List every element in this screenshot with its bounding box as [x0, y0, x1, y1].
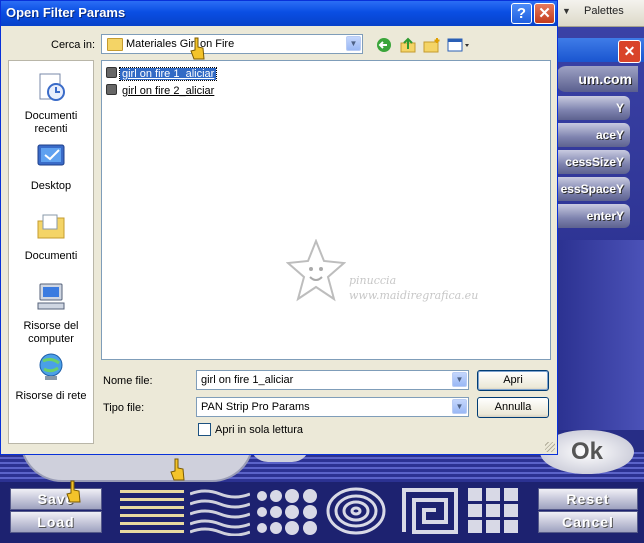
filename-label: Nome file: [103, 375, 153, 387]
watermark: pinuccia www.maidiregrafica.eu [286, 239, 496, 309]
folder-icon [107, 38, 123, 51]
chevron-down-icon[interactable]: ▼ [346, 36, 361, 51]
look-in-value: Materiales Girl on Fire [126, 38, 235, 50]
palettes-menu[interactable]: Palettes [584, 5, 624, 17]
place-my-computer[interactable]: Risorse del computer [9, 281, 93, 346]
chevron-down-icon[interactable]: ▼ [452, 372, 467, 387]
place-label: Documenti [24, 250, 78, 262]
place-my-documents[interactable]: Documenti [9, 211, 93, 263]
filetype-label: Tipo file: [103, 402, 145, 414]
watermark-line-2: www.maidiregrafica.eu [349, 289, 479, 302]
file-item[interactable]: girl on fire 1_aliciar [106, 67, 218, 81]
cancel-button[interactable]: Annulla [477, 397, 549, 418]
help-button[interactable]: ? [511, 3, 532, 24]
place-desktop[interactable]: Desktop [9, 141, 93, 193]
place-label: Risorse di rete [15, 390, 87, 402]
horizontal-lines-pattern-icon[interactable] [120, 486, 184, 536]
plugin-brand-bar: um.com [556, 66, 638, 92]
up-folder-icon[interactable] [399, 37, 417, 53]
param-button-2[interactable]: aceY [556, 123, 630, 147]
places-bar: Documenti recenti Desktop Documenti Riso… [8, 60, 94, 444]
dropdown-arrow-icon[interactable]: ▼ [562, 6, 571, 16]
dots-pattern-icon[interactable] [254, 486, 320, 536]
param-button-4[interactable]: essSpaceY [556, 177, 630, 201]
my-documents-icon [37, 214, 65, 239]
dialog-titlebar[interactable]: Open Filter Params ? ✕ [1, 1, 557, 26]
resize-grip[interactable] [545, 442, 555, 452]
filename-value[interactable]: girl on fire 1_aliciar [201, 374, 293, 386]
back-icon[interactable] [375, 37, 393, 53]
new-folder-icon[interactable] [423, 37, 441, 53]
param-button-5[interactable]: enterY [556, 204, 630, 228]
chevron-down-icon[interactable]: ▼ [452, 399, 467, 414]
open-filter-params-dialog: Open Filter Params ? ✕ Cerca in: Materia… [0, 0, 558, 455]
my-computer-icon [37, 283, 65, 310]
plugin-close-button[interactable]: ✕ [618, 40, 641, 63]
look-in-combo[interactable]: Materiales Girl on Fire ▼ [101, 34, 363, 54]
background-menubar: ▼ Palettes [556, 0, 644, 27]
file-icon [106, 67, 117, 78]
look-in-label: Cerca in: [51, 39, 96, 51]
desktop-icon [37, 144, 65, 166]
filetype-value: PAN Strip Pro Params [201, 401, 310, 413]
readonly-checkbox[interactable] [198, 423, 211, 436]
hand-cursor-icon [66, 480, 81, 503]
concentric-circles-pattern-icon[interactable] [326, 486, 386, 536]
place-label: Desktop [30, 180, 72, 192]
param-button-1[interactable]: Y [556, 96, 630, 120]
reset-button[interactable]: Reset [538, 488, 638, 510]
view-menu-icon[interactable] [447, 37, 471, 53]
filetype-combo[interactable]: PAN Strip Pro Params ▼ [196, 397, 469, 417]
file-list[interactable]: girl on fire 1_aliciar girl on fire 2_al… [101, 37, 551, 360]
file-item[interactable]: girl on fire 2_aliciar [106, 84, 216, 98]
cancel-plugin-button[interactable]: Cancel [538, 511, 638, 533]
param-button-3[interactable]: cessSizeY [556, 150, 630, 174]
filename-combo[interactable]: girl on fire 1_aliciar ▼ [196, 370, 469, 390]
close-button[interactable]: ✕ [534, 3, 555, 24]
wave-pattern-icon[interactable] [190, 486, 250, 536]
place-label: Risorse del computer [23, 320, 79, 345]
watermark-line-1: pinuccia [349, 274, 397, 287]
dialog-title: Open Filter Params [6, 5, 126, 20]
save-button[interactable]: Save [10, 488, 102, 510]
open-button[interactable]: Apri [477, 370, 549, 391]
grid-pattern-icon[interactable] [466, 486, 522, 536]
place-label: Documenti recenti [24, 110, 78, 135]
square-spiral-pattern-icon[interactable] [400, 486, 460, 536]
readonly-label: Apri in sola lettura [215, 424, 304, 436]
file-icon [106, 84, 117, 95]
side-rail [556, 240, 644, 430]
star-mascot-icon [286, 239, 346, 302]
load-button[interactable]: Load [10, 511, 102, 533]
hand-cursor-icon [190, 37, 205, 60]
place-network[interactable]: Risorse di rete [9, 351, 93, 403]
network-icon [39, 353, 63, 380]
hand-cursor-icon [170, 458, 185, 481]
place-recent-documents[interactable]: Documenti recenti [9, 71, 93, 136]
recent-documents-icon [39, 73, 65, 101]
